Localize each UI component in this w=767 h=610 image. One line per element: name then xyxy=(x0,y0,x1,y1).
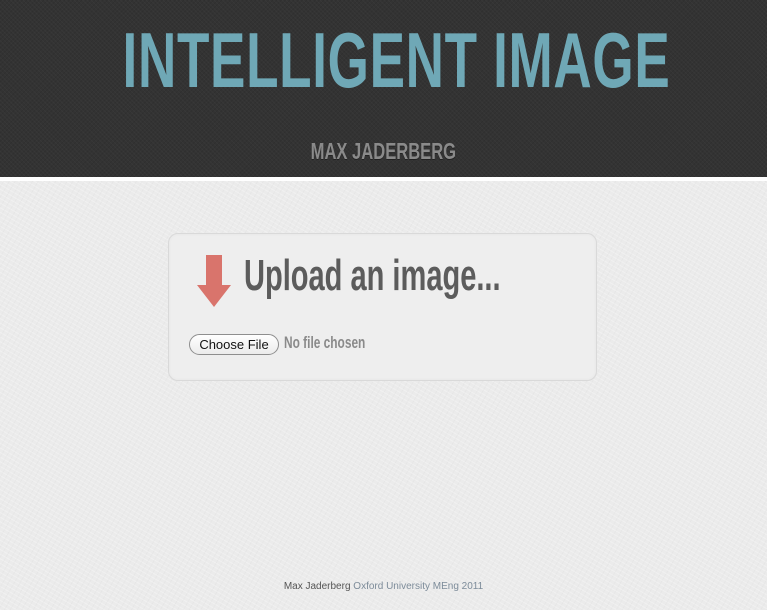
footer-affiliation: Oxford University MEng 2011 xyxy=(353,581,484,592)
site-title: INTELLIGENT IMAGE xyxy=(122,16,671,104)
choose-file-button[interactable]: Choose File xyxy=(189,334,279,355)
file-status-text: No file chosen xyxy=(284,333,366,352)
upload-heading: Upload an image... xyxy=(244,251,501,300)
footer: Max Jaderberg Oxford University MEng 201… xyxy=(0,580,767,594)
site-author: MAX JADERBERG xyxy=(310,138,457,164)
down-arrow-icon xyxy=(197,255,231,307)
footer-author: Max Jaderberg xyxy=(283,581,351,592)
